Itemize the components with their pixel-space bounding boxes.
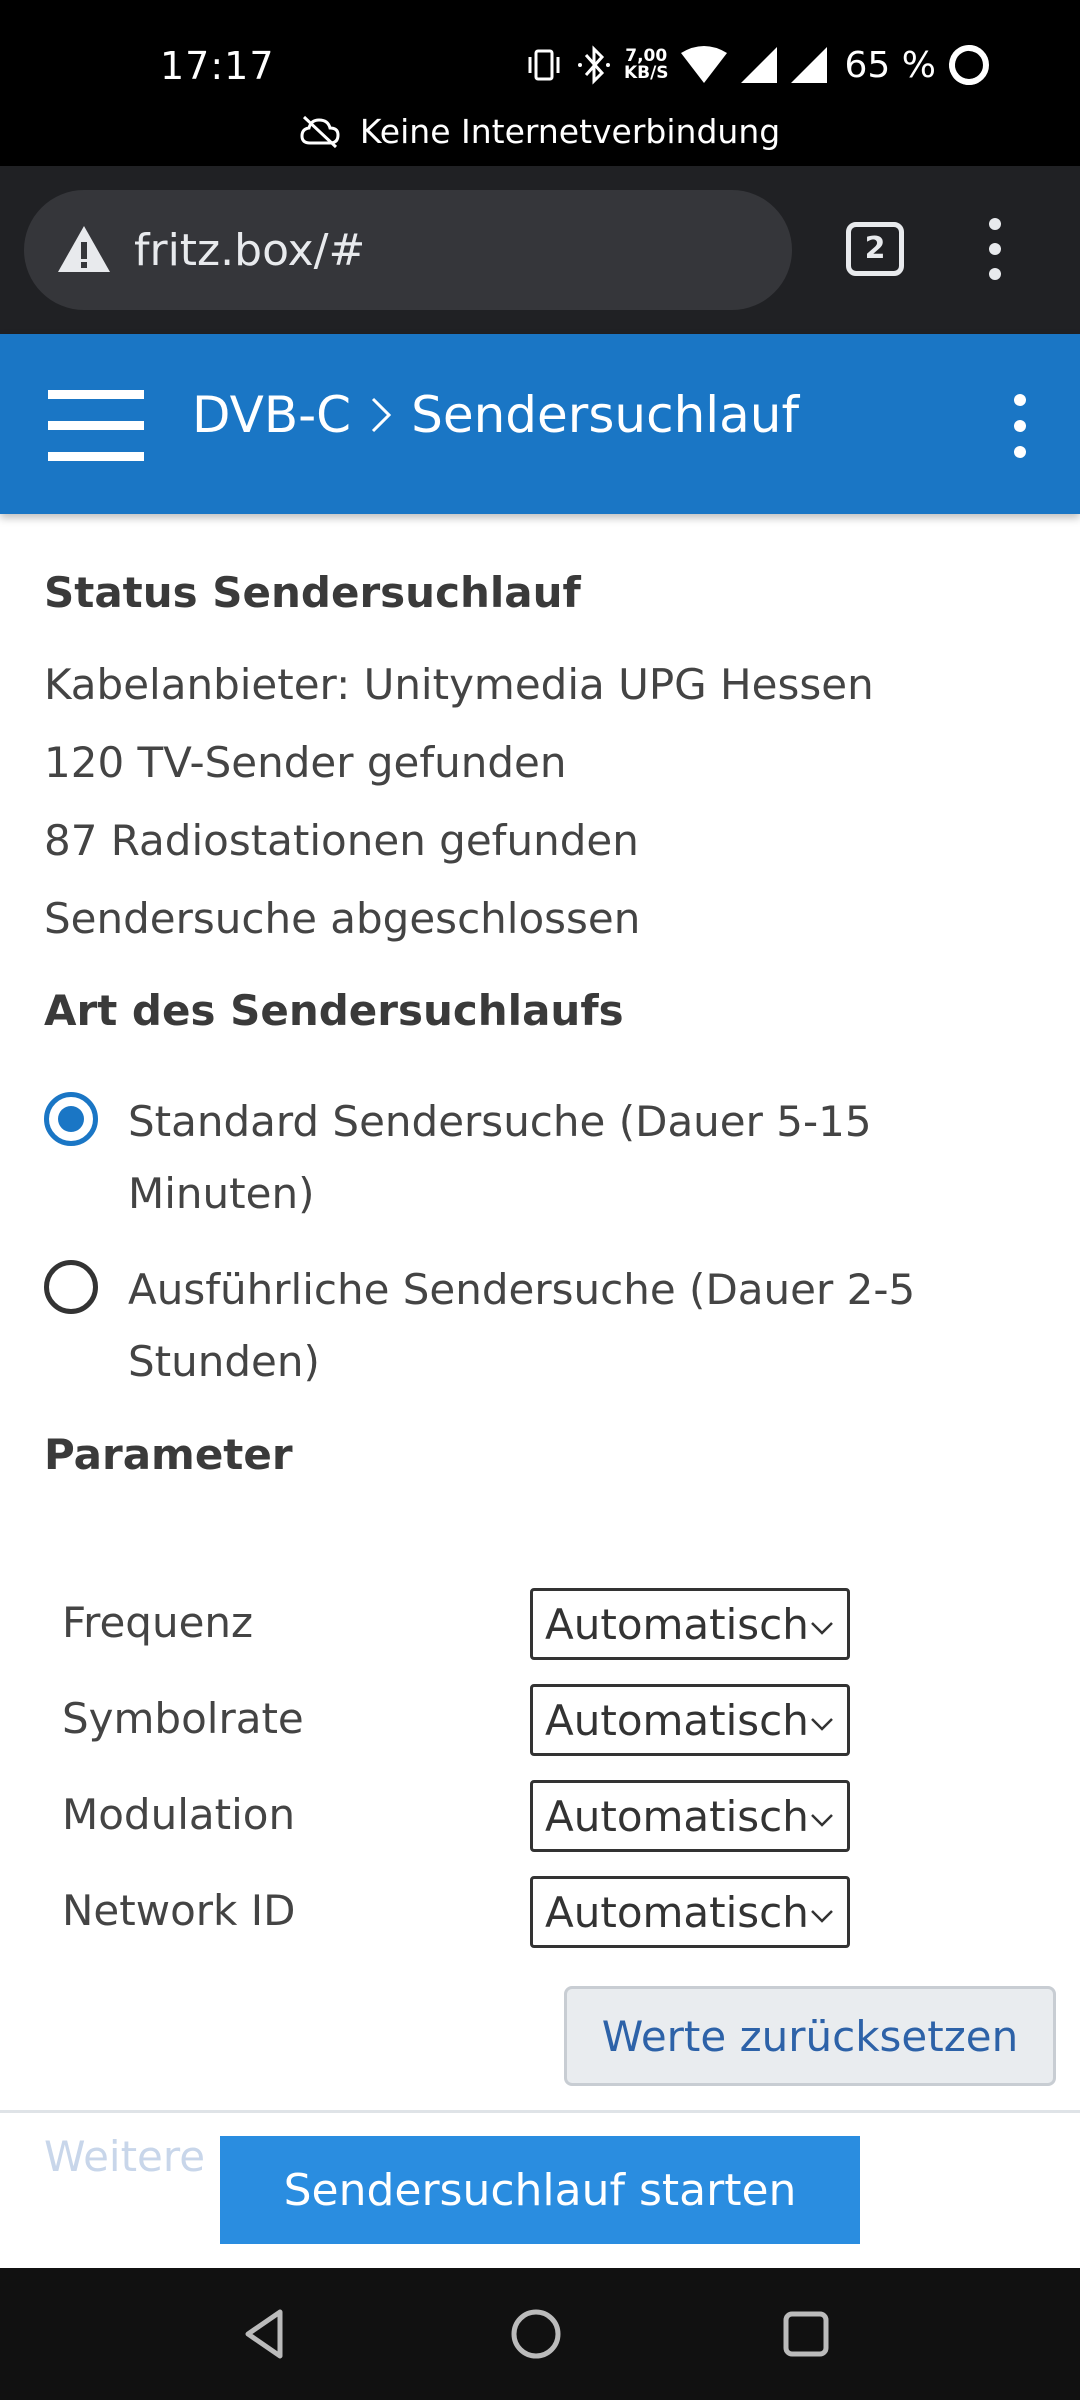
more-vertical-icon[interactable]	[980, 214, 1010, 284]
chevron-down-icon	[811, 1622, 833, 1635]
param-row-frequency: Frequenz Automatisch	[62, 1588, 1062, 1660]
radio-button[interactable]	[44, 1260, 98, 1314]
param-row-modulation: Modulation Automatisch	[62, 1780, 1062, 1852]
chevron-down-icon	[811, 1718, 833, 1731]
breadcrumb-section[interactable]: DVB-C	[192, 386, 351, 444]
clock: 17:17	[160, 44, 275, 88]
warning-icon[interactable]	[56, 222, 112, 278]
system-nav-bar	[0, 2268, 1080, 2400]
parameters-heading: Parameter	[44, 1430, 293, 1479]
reset-values-button[interactable]: Werte zurücksetzen	[564, 1986, 1056, 2086]
modulation-select[interactable]: Automatisch	[530, 1780, 850, 1852]
battery-level: 65 %	[844, 44, 936, 86]
vibrate-icon	[528, 49, 560, 81]
scan-state-text: Sendersuche abgeschlossen	[44, 894, 641, 943]
select-value: Automatisch	[545, 1791, 809, 1841]
signal-icon	[740, 47, 777, 83]
url-text[interactable]: fritz.box/#	[134, 225, 365, 276]
param-label: Frequenz	[62, 1598, 254, 1647]
page-title: Sendersuchlauf	[411, 386, 800, 444]
more-options-link[interactable]: Weitere C	[44, 2132, 248, 2181]
cloud-off-icon	[300, 115, 340, 148]
wifi-icon	[680, 46, 727, 83]
frequency-select[interactable]: Automatisch	[530, 1588, 850, 1660]
network-speed: 7,00 KB/S	[624, 48, 669, 82]
bluetooth-icon	[577, 45, 610, 85]
param-row-symbolrate: Symbolrate Automatisch	[62, 1684, 1062, 1756]
param-label: Network ID	[62, 1886, 296, 1935]
main-content: Status Sendersuchlauf Kabelanbieter: Uni…	[0, 514, 1080, 2110]
network-id-select[interactable]: Automatisch	[530, 1876, 850, 1948]
recents-icon[interactable]	[774, 2302, 838, 2366]
chevron-down-icon	[811, 1814, 833, 1827]
battery-ring-icon	[949, 45, 989, 85]
browser-toolbar: fritz.box/# 2	[0, 166, 1080, 334]
status-bar: 17:17 7,00 KB/S 65 % Keine Internetverbi…	[0, 0, 1080, 166]
start-scan-button[interactable]: Sendersuchlauf starten	[220, 2136, 860, 2244]
hamburger-icon[interactable]	[48, 390, 144, 462]
signal-icon	[790, 47, 827, 83]
provider-text: Kabelanbieter: Unitymedia UPG Hessen	[44, 660, 874, 709]
speed-unit: KB/S	[623, 63, 669, 83]
tab-count: 2	[864, 231, 886, 266]
radio-button[interactable]	[44, 1092, 98, 1146]
symbolrate-select[interactable]: Automatisch	[530, 1684, 850, 1756]
select-value: Automatisch	[545, 1599, 809, 1649]
radio-option-extended[interactable]: Ausführliche Sendersuche (Dauer 2-5 Stun…	[44, 1254, 1044, 1404]
app-header: DVB-C Sendersuchlauf	[0, 334, 1080, 514]
notice-text: Keine Internetverbindung	[359, 112, 781, 151]
radio-label[interactable]: Ausführliche Sendersuche (Dauer 2-5 Stun…	[128, 1254, 928, 1398]
home-icon[interactable]	[504, 2302, 568, 2366]
tv-count-text: 120 TV-Sender gefunden	[44, 738, 567, 787]
param-label: Symbolrate	[62, 1694, 304, 1743]
breadcrumb: DVB-C Sendersuchlauf	[192, 386, 799, 444]
radio-option-standard[interactable]: Standard Sendersuche (Dauer 5-15 Minuten…	[44, 1086, 1044, 1236]
address-bar[interactable]: fritz.box/#	[24, 190, 792, 310]
chevron-right-icon	[372, 397, 392, 433]
chevron-down-icon	[811, 1910, 833, 1923]
connectivity-notice: Keine Internetverbindung	[0, 112, 1080, 151]
radio-count-text: 87 Radiostationen gefunden	[44, 816, 639, 865]
param-row-network-id: Network ID Automatisch	[62, 1876, 1062, 1948]
tabs-button[interactable]: 2	[846, 222, 904, 276]
back-icon[interactable]	[234, 2302, 298, 2366]
status-icons: 7,00 KB/S 65 %	[524, 40, 992, 90]
select-value: Automatisch	[545, 1887, 809, 1937]
radio-label[interactable]: Standard Sendersuche (Dauer 5-15 Minuten…	[128, 1086, 928, 1230]
divider	[0, 2110, 1080, 2113]
scan-type-heading: Art des Sendersuchlaufs	[44, 986, 624, 1035]
select-value: Automatisch	[545, 1695, 809, 1745]
status-heading: Status Sendersuchlauf	[44, 568, 581, 617]
param-label: Modulation	[62, 1790, 296, 1839]
more-vertical-icon[interactable]	[1006, 386, 1034, 466]
